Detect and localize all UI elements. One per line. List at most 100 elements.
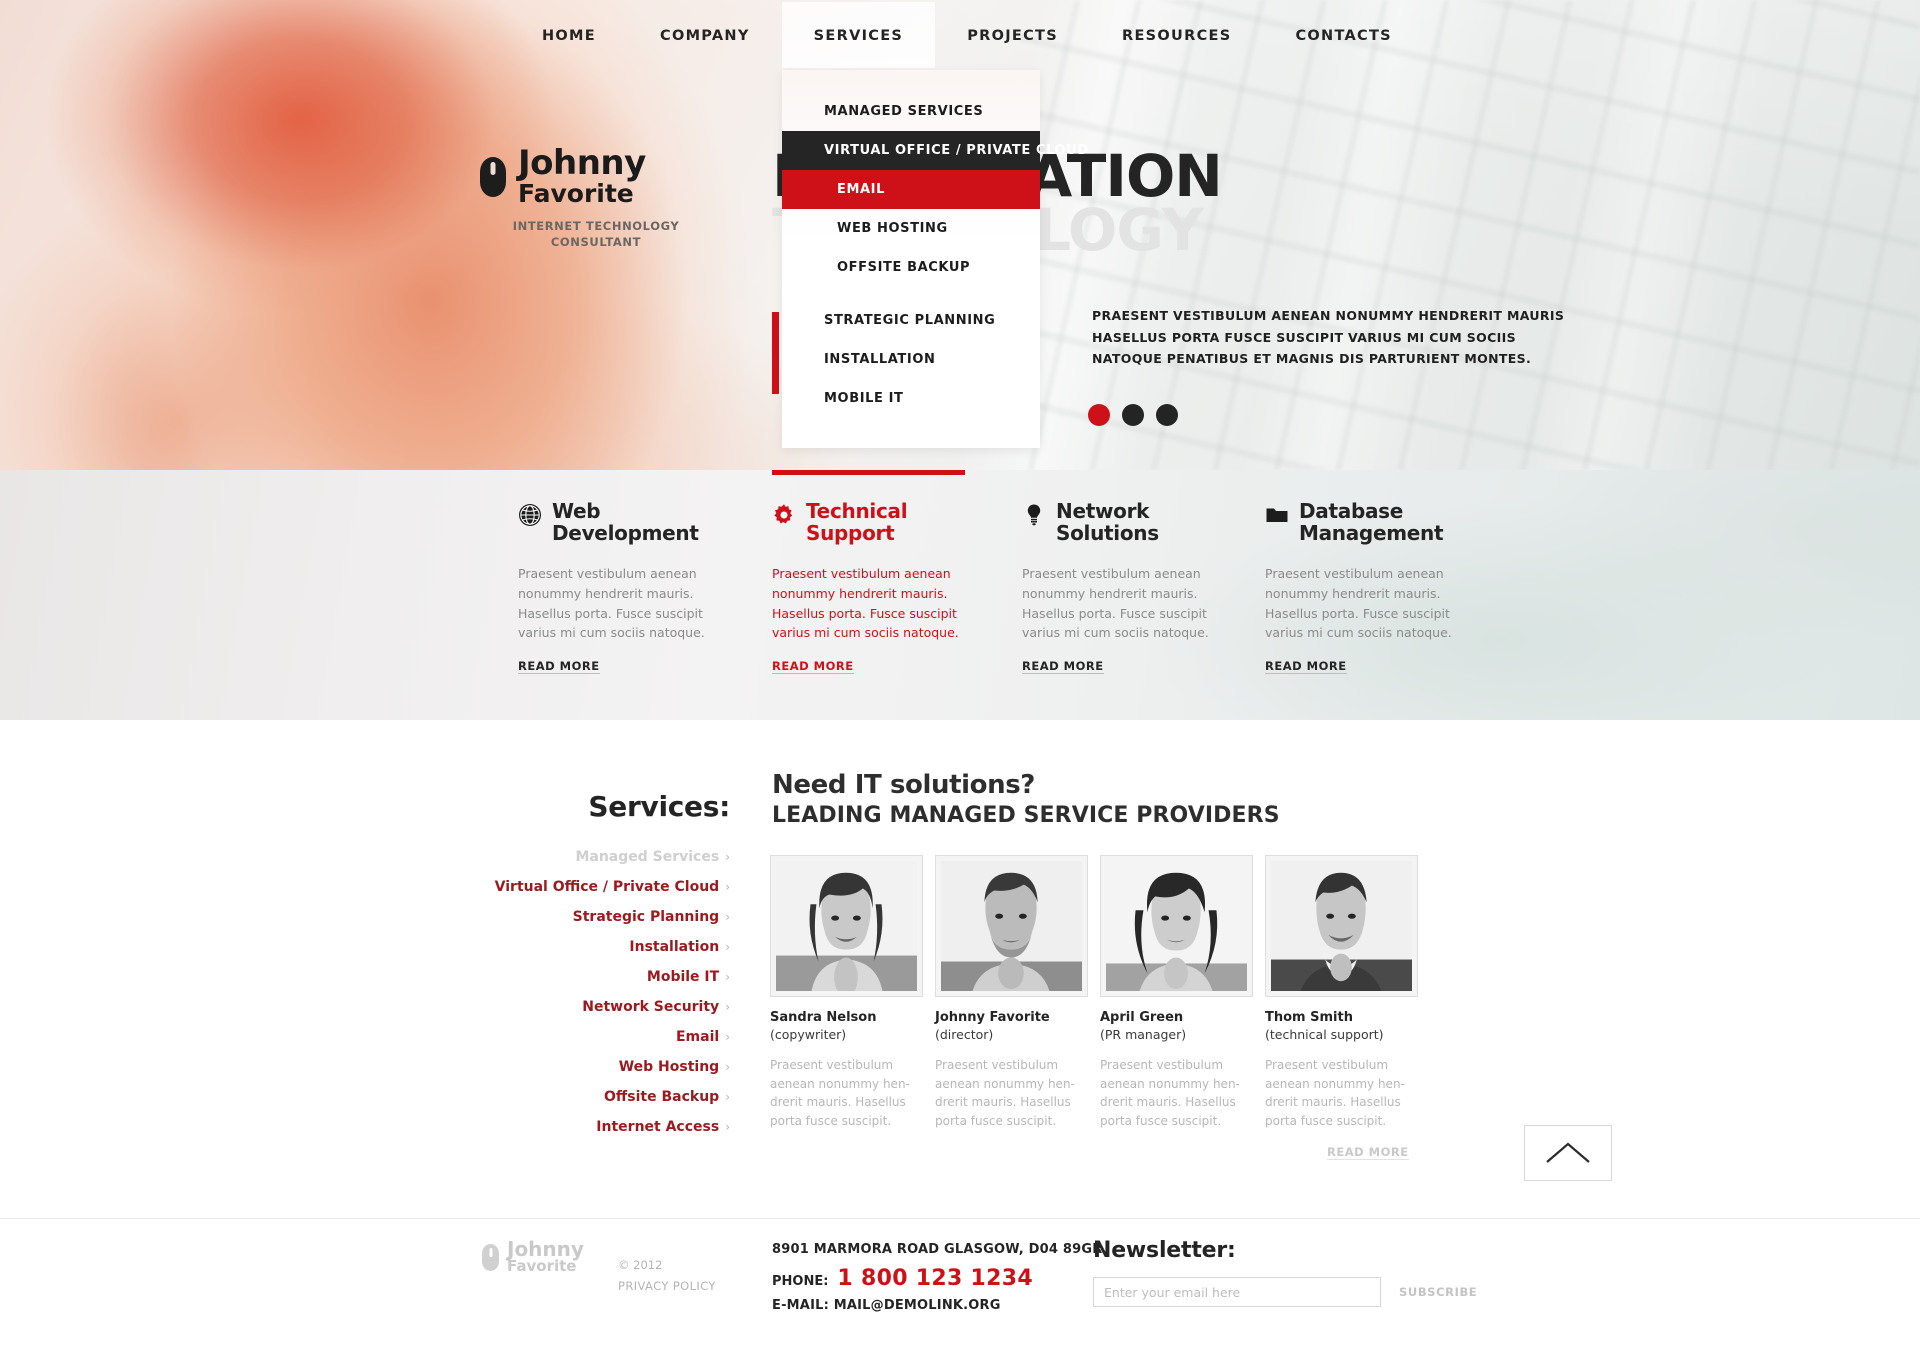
team-grid: Sandra Nelson (copywriter) Praesent vest… (770, 855, 1418, 1161)
features-grid: Web Development Praesent vestibulum aene… (0, 470, 1920, 720)
dropdown-item-offsite-backup[interactable]: OFFSITE BACKUP (782, 248, 1040, 287)
services-sidebar: Services: Managed Services › Virtual Offi… (440, 790, 731, 1149)
newsletter-form: SUBSCRIBE (1093, 1277, 1477, 1307)
footer-email[interactable]: E-MAIL: MAIL@DEMOLINK.ORG (772, 1298, 1102, 1313)
sidebar-item-managed-services[interactable]: Managed Services › (440, 849, 730, 865)
feature-header: Technical Support (772, 500, 1022, 544)
subscribe-button[interactable]: SUBSCRIBE (1399, 1285, 1477, 1299)
slider-pagination[interactable] (1088, 404, 1178, 426)
feature-title: Database Management (1299, 499, 1444, 545)
sidebar-item-label: Strategic Planning (572, 909, 720, 925)
sidebar-item-internet-access[interactable]: Internet Access › (440, 1119, 730, 1135)
mouse-icon (480, 157, 506, 198)
sidebar-item-label: Virtual Office / Private Cloud (494, 879, 720, 895)
footer-contact-block: 8901 MARMORA ROAD GLASGOW, D04 89GR PHON… (772, 1242, 1102, 1313)
services-sidebar-title: Services: (588, 790, 730, 823)
portrait-man-smiling-icon (1271, 861, 1412, 991)
nav-item-company[interactable]: COMPANY (628, 2, 782, 68)
sidebar-item-label: Web Hosting (618, 1059, 720, 1075)
sidebar-item-label: Internet Access (596, 1119, 720, 1135)
sidebar-item-network-security[interactable]: Network Security › (440, 999, 730, 1015)
sidebar-item-virtual-office[interactable]: Virtual Office / Private Cloud › (440, 879, 730, 895)
services-dropdown-menu: MANAGED SERVICES VIRTUAL OFFICE / PRIVAT… (782, 70, 1088, 448)
features-section: Web Development Praesent vestibulum aene… (0, 470, 1920, 720)
chevron-right-icon: › (725, 940, 730, 954)
dropdown-item-email[interactable]: EMAIL (782, 170, 1040, 209)
footer-logo[interactable]: Johnny Favorite (482, 1239, 584, 1274)
main-navigation: HOME COMPANY SERVICES PROJECTS RESOURCES… (0, 0, 1920, 70)
sidebar-item-offsite-backup[interactable]: Offsite Backup › (440, 1089, 730, 1105)
team-heading-primary: Need IT solutions? (772, 770, 1035, 800)
nav-item-services[interactable]: SERVICES (781, 2, 936, 68)
team-member-bio: Praesent vestibulum aenean nonummy hen-d… (1265, 1058, 1405, 1129)
hero-banner: Johnny Favorite INTERNET TECHNOLOGY CONS… (0, 0, 1920, 470)
gear-icon (774, 504, 793, 524)
lightbulb-icon (1027, 504, 1041, 526)
feature-read-more-link[interactable]: READ MORE (772, 659, 854, 674)
chevron-right-icon: › (725, 1000, 730, 1014)
feature-card-technical-support: Technical Support Praesent vestibulum ae… (772, 500, 1022, 720)
newsletter-email-input[interactable] (1093, 1277, 1381, 1307)
mouse-icon (482, 1243, 499, 1271)
footer-address: 8901 MARMORA ROAD GLASGOW, D04 89GR (772, 1242, 1103, 1257)
chevron-right-icon: › (725, 880, 730, 894)
dropdown-item-strategic-planning[interactable]: STRATEGIC PLANNING (782, 301, 1040, 340)
sidebar-item-label: Email (675, 1029, 720, 1045)
portrait-woman-dark-hair-icon (1106, 861, 1247, 991)
slider-dot-3[interactable] (1156, 404, 1178, 426)
sidebar-item-email[interactable]: Email › (440, 1029, 730, 1045)
sidebar-item-strategic-planning[interactable]: Strategic Planning › (440, 909, 730, 925)
sidebar-item-installation[interactable]: Installation › (440, 939, 730, 955)
avatar (941, 861, 1082, 991)
team-photo-frame (1100, 855, 1253, 997)
team-member-name: Johnny Favorite (935, 1010, 1050, 1025)
site-logo[interactable]: Johnny Favorite INTERNET TECHNOLOGY CONS… (480, 146, 700, 250)
feature-read-more-link[interactable]: READ MORE (1265, 659, 1347, 674)
nav-item-resources[interactable]: RESOURCES (1090, 2, 1263, 68)
nav-items: HOME COMPANY SERVICES PROJECTS RESOURCES… (510, 2, 1424, 68)
slider-dot-1[interactable] (1088, 404, 1110, 426)
team-photo-frame (770, 855, 923, 997)
team-member-card: Johnny Favorite (director) Praesent vest… (935, 855, 1088, 1161)
nav-item-home[interactable]: HOME (510, 2, 628, 68)
feature-title: Web Development (552, 499, 699, 545)
dropdown-item-mobile-it[interactable]: MOBILE IT (782, 379, 1040, 418)
logo-sub-text: Favorite (518, 179, 634, 209)
team-read-more-link[interactable]: READ MORE (1327, 1145, 1409, 1160)
chevron-right-icon: › (725, 1120, 730, 1134)
feature-header: Web Development (518, 500, 772, 544)
footer-logo-text: Johnny Favorite (507, 1239, 584, 1274)
sidebar-item-mobile-it[interactable]: Mobile IT › (440, 969, 730, 985)
portrait-woman-smiling-icon (776, 861, 917, 991)
privacy-policy-link[interactable]: PRIVACY POLICY (618, 1279, 716, 1293)
sidebar-item-web-hosting[interactable]: Web Hosting › (440, 1059, 730, 1075)
chevron-up-icon (1546, 1142, 1590, 1163)
feature-read-more-link[interactable]: READ MORE (1022, 659, 1104, 674)
feature-body: Praesent vestibulum aenean nonummy hendr… (1022, 566, 1209, 641)
nav-item-contacts[interactable]: CONTACTS (1263, 2, 1423, 68)
avatar (1271, 861, 1412, 991)
folder-icon (1266, 508, 1288, 522)
feature-read-more-link[interactable]: READ MORE (518, 659, 600, 674)
sidebar-item-label: Mobile IT (646, 969, 720, 985)
team-photo-frame (1265, 855, 1418, 997)
slider-dot-2[interactable] (1122, 404, 1144, 426)
team-member-name: Thom Smith (1265, 1010, 1353, 1025)
dropdown-item-managed-services[interactable]: MANAGED SERVICES (782, 92, 1040, 131)
nav-item-projects[interactable]: PROJECTS (935, 2, 1090, 68)
dropdown-item-virtual-office[interactable]: VIRTUAL OFFICE / PRIVATE CLOUD (782, 131, 1088, 170)
chevron-right-icon: › (725, 1090, 730, 1104)
team-member-name: Sandra Nelson (770, 1010, 877, 1025)
team-member-card: Sandra Nelson (copywriter) Praesent vest… (770, 855, 923, 1161)
hero-paragraph: PRAESENT VESTIBULUM AENEAN NONUMMY HENDR… (1092, 308, 1565, 366)
feature-header: Network Solutions (1022, 500, 1265, 544)
team-photo-frame (935, 855, 1088, 997)
feature-title: Technical Support (806, 499, 908, 545)
team-member-name: April Green (1100, 1010, 1184, 1025)
team-member-role: (director) (935, 1027, 994, 1042)
dropdown-item-installation[interactable]: INSTALLATION (782, 340, 1040, 379)
feature-card-network-solutions: Network Solutions Praesent vestibulum ae… (1022, 500, 1265, 720)
back-to-top-button[interactable] (1524, 1125, 1612, 1181)
dropdown-item-web-hosting[interactable]: WEB HOSTING (782, 209, 1040, 248)
team-member-role: (copywriter) (770, 1027, 847, 1042)
